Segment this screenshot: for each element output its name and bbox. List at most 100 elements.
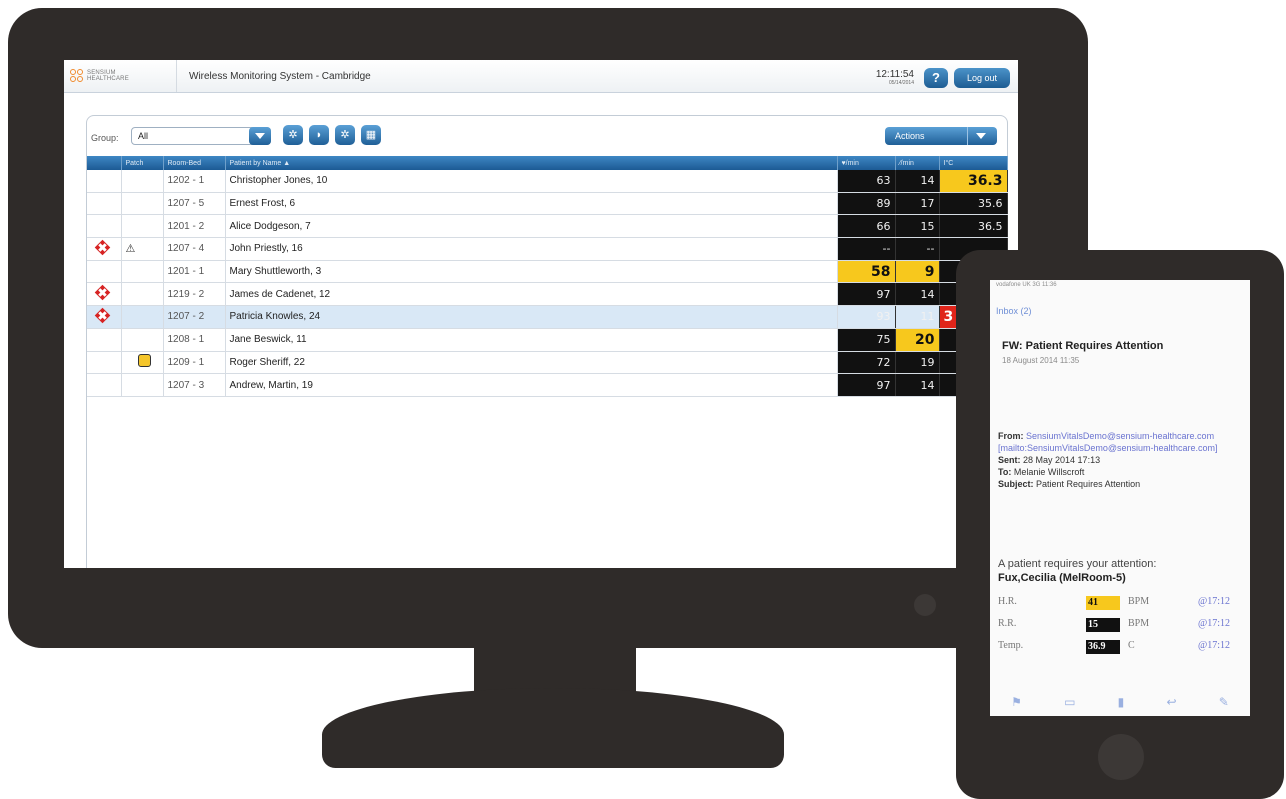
room-bed: 1219 - 2 [163, 282, 226, 307]
chevron-down-icon[interactable] [249, 127, 271, 145]
alert-icon[interactable] [94, 239, 111, 256]
group-label: Group: [91, 133, 119, 143]
vital-unit: BPM [1128, 596, 1150, 607]
table-row[interactable]: 1201 - 2 Alice Dodgeson, 7 66 15 36.5 [87, 214, 1008, 239]
chart-view-icon[interactable]: ▦ [361, 125, 381, 145]
monitor-power-dot [914, 594, 936, 616]
patient-name[interactable]: Andrew, Martin, 19 [225, 373, 838, 397]
logo-mark-icon [70, 69, 84, 83]
flag-icon[interactable]: ⚑ [1011, 695, 1022, 709]
heart-rate: 66 [837, 214, 896, 239]
filter-all-icon[interactable]: ✲ [283, 125, 303, 145]
patient-name[interactable]: Ernest Frost, 6 [225, 192, 838, 216]
room-bed: 1207 - 3 [163, 373, 226, 397]
table-row[interactable]: 1207 - 5 Ernest Frost, 6 89 17 35.6 [87, 192, 1008, 216]
resp-rate: 17 [895, 192, 940, 216]
patient-name[interactable]: Christopher Jones, 10 [225, 170, 838, 193]
actions-dropdown[interactable]: Actions [885, 127, 997, 145]
patient-name[interactable]: John Priestly, 16 [225, 237, 838, 261]
alert-icon[interactable] [94, 285, 111, 301]
col-alert-header[interactable] [87, 156, 122, 170]
patient-name[interactable]: Roger Sheriff, 22 [225, 351, 838, 375]
vital-time[interactable]: @17:12 [1198, 596, 1230, 607]
inbox-back-link[interactable]: Inbox (2) [996, 306, 1032, 316]
resp-rate: 15 [895, 214, 940, 239]
room-bed: 1201 - 2 [163, 214, 226, 239]
email-body-intro: A patient requires your attention: [998, 558, 1157, 570]
mail-toolbar: ⚑ ▭ ▮ ↩ ✎ [990, 688, 1250, 716]
resp-rate: 14 [895, 373, 940, 397]
patient-panel: Group: All ✲ ◗ ✲ ▦ Actions Patch Room-Be… [86, 115, 1008, 568]
trash-icon[interactable]: ▮ [1118, 695, 1125, 709]
patch-filter-icon[interactable]: ◗ [309, 125, 329, 145]
phone-home-button[interactable] [1098, 734, 1144, 780]
resp-rate: 9 [895, 260, 940, 284]
table-row[interactable]: 1208 - 1 Jane Beswick, 11 75 20 [87, 328, 1008, 352]
patient-name[interactable]: Patricia Knowles, 24 [225, 305, 838, 329]
resp-rate: 19 [895, 351, 940, 375]
resp-rate: 11 [895, 305, 940, 329]
room-bed: 1209 - 1 [163, 351, 226, 375]
logout-button[interactable]: Log out [954, 68, 1010, 88]
vital-unit: C [1128, 640, 1135, 651]
patient-name[interactable]: Jane Beswick, 11 [225, 328, 838, 352]
group-select-value: All [138, 131, 149, 141]
room-bed: 1208 - 1 [163, 328, 226, 352]
room-bed: 1207 - 5 [163, 192, 226, 216]
table-row[interactable]: 1201 - 1 Mary Shuttleworth, 3 58 9 [87, 260, 1008, 284]
compose-icon[interactable]: ✎ [1219, 695, 1229, 709]
heart-rate: 63 [837, 170, 896, 193]
reply-icon[interactable]: ↩ [1166, 695, 1176, 709]
clock-time: 12:11:54 [875, 69, 914, 80]
resp-rate: 14 [895, 282, 940, 307]
resp-rate: -- [895, 237, 940, 261]
folder-icon[interactable]: ▭ [1064, 695, 1075, 709]
phone-screen: vodafone UK 3G 11:36 Inbox (2) FW: Patie… [990, 280, 1250, 716]
from-address[interactable]: SensiumVitalsDemo@sensium-healthcare.com… [998, 431, 1218, 453]
heart-rate: 75 [837, 328, 896, 352]
patient-table: Patch Room-Bed Patient by Name ▲ ♥/min ⁄… [87, 156, 1008, 397]
phone-status-bar: vodafone UK 3G 11:36 [996, 282, 1057, 288]
patient-name[interactable]: Alice Dodgeson, 7 [225, 214, 838, 239]
heart-rate: 97 [837, 373, 896, 397]
from-label: From: [998, 431, 1024, 441]
vital-row: Temp. 36.9 C @17:12 [998, 640, 1248, 656]
patient-name[interactable]: Mary Shuttleworth, 3 [225, 260, 838, 284]
sent-value: 28 May 2014 17:13 [1023, 455, 1101, 465]
vitals-filter-icon[interactable]: ✲ [335, 125, 355, 145]
alert-icon[interactable] [94, 307, 111, 324]
table-row[interactable]: 1207 - 3 Andrew, Martin, 19 97 14 [87, 373, 1008, 397]
heart-rate: 72 [837, 351, 896, 375]
room-bed: 1207 - 2 [163, 305, 226, 329]
group-select[interactable]: All [131, 127, 271, 145]
col-hr-header[interactable]: ♥/min [837, 156, 896, 170]
heart-rate: 97 [837, 282, 896, 307]
chevron-down-icon[interactable] [967, 127, 994, 145]
temperature: 35.6 [939, 192, 1008, 216]
col-room-header[interactable]: Room-Bed [163, 156, 226, 170]
col-name-header[interactable]: Patient by Name ▲ [225, 156, 838, 170]
table-row-selected[interactable]: 1207 - 2 Patricia Knowles, 24 93 11 3 [87, 305, 1008, 329]
table-row[interactable]: 1219 - 2 James de Cadenet, 12 97 14 [87, 282, 1008, 307]
help-button[interactable]: ? [924, 68, 948, 88]
vital-time[interactable]: @17:12 [1198, 618, 1230, 629]
room-bed: 1207 - 4 [163, 237, 226, 261]
clock-date: 05/14/2014 [888, 80, 914, 86]
table-row[interactable]: ⚠ 1207 - 4 John Priestly, 16 -- -- [87, 237, 1008, 261]
vital-label: Temp. [998, 640, 1024, 651]
col-temp-header[interactable]: I°C [939, 156, 1008, 170]
subject-value: Patient Requires Attention [1036, 479, 1141, 489]
room-bed: 1201 - 1 [163, 260, 226, 284]
table-row[interactable]: 1202 - 1 Christopher Jones, 10 63 14 36.… [87, 170, 1008, 193]
vital-time[interactable]: @17:12 [1198, 640, 1230, 651]
patient-name[interactable]: James de Cadenet, 12 [225, 282, 838, 307]
actions-label: Actions [895, 131, 925, 141]
table-row[interactable]: 1209 - 1 Roger Sheriff, 22 72 19 [87, 351, 1008, 375]
resp-rate: 20 [895, 328, 940, 352]
col-rr-header[interactable]: ⁄/min [895, 156, 940, 170]
vital-value: 15 [1086, 618, 1120, 632]
vital-label: H.R. [998, 596, 1017, 607]
col-patch-header[interactable]: Patch [121, 156, 164, 170]
email-date: 18 August 2014 11:35 [1002, 356, 1080, 365]
logo-text-line2: HEALTHCARE [87, 76, 129, 82]
